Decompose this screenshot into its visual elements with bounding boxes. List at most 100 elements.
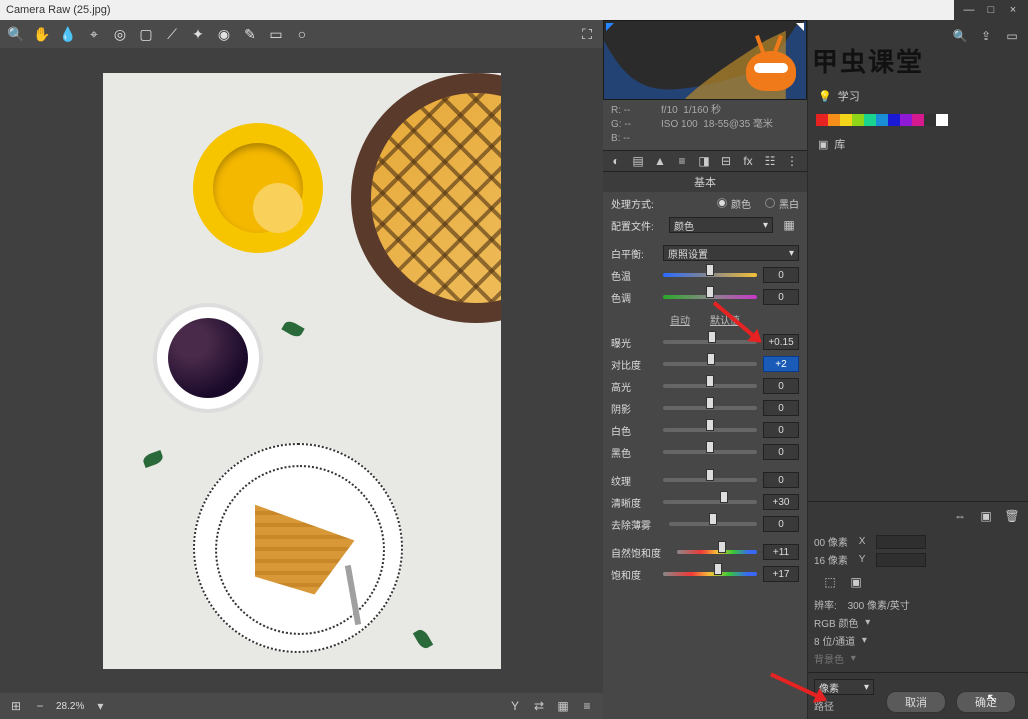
swatch[interactable] bbox=[828, 114, 840, 126]
trash-icon[interactable]: 🗑 bbox=[1002, 506, 1022, 526]
library-panel[interactable]: ▣库 bbox=[812, 132, 1024, 156]
share-icon[interactable]: ⇪ bbox=[976, 26, 996, 46]
temp-slider[interactable] bbox=[663, 268, 757, 282]
tint-slider[interactable] bbox=[663, 290, 757, 304]
minimize-button[interactable]: — bbox=[960, 2, 978, 18]
fx-tab-icon[interactable]: fx bbox=[741, 154, 755, 168]
adjustment-brush-icon[interactable]: ✎ bbox=[242, 26, 258, 42]
tint-label: 色调 bbox=[611, 290, 657, 305]
swatches[interactable] bbox=[812, 110, 1024, 130]
process-color-text: 颜色 bbox=[731, 196, 751, 211]
image-canvas[interactable] bbox=[0, 48, 603, 693]
wb-eyedropper-icon[interactable]: 💧 bbox=[60, 26, 76, 42]
presets-tab-icon[interactable]: ⋮ bbox=[785, 154, 799, 168]
detail-tab-icon[interactable]: ▲ bbox=[653, 154, 667, 168]
swatch[interactable] bbox=[840, 114, 852, 126]
shadow-clip-icon[interactable] bbox=[606, 23, 614, 31]
dehaze-slider[interactable] bbox=[669, 517, 757, 531]
redeye-icon[interactable]: ◉ bbox=[216, 26, 232, 42]
properties-panel: 00 像素 X 16 像素 Y ⬚ ▣ 辨率: 300 像素/英寸 RGB 颜色… bbox=[808, 528, 1028, 672]
blacks-label: 黑色 bbox=[611, 445, 657, 460]
hsl-tab-icon[interactable]: ≡ bbox=[675, 154, 689, 168]
calib-tab-icon[interactable]: ☷ bbox=[763, 154, 777, 168]
align-v-icon[interactable]: ▣ bbox=[846, 572, 866, 592]
search-icon[interactable]: 🔍 bbox=[950, 26, 970, 46]
radial-filter-icon[interactable]: ○ bbox=[294, 26, 310, 42]
texture-slider[interactable] bbox=[663, 473, 757, 487]
align-h-icon[interactable]: ⬚ bbox=[820, 572, 840, 592]
x-field[interactable] bbox=[876, 535, 926, 549]
contrast-value[interactable]: +2 bbox=[763, 356, 799, 372]
texture-label: 纹理 bbox=[611, 473, 657, 488]
swatch[interactable] bbox=[900, 114, 912, 126]
profile-label: 配置文件: bbox=[611, 218, 663, 233]
hand-tool-icon[interactable]: ✋ bbox=[34, 26, 50, 42]
blacks-slider[interactable] bbox=[663, 445, 757, 459]
process-bw-radio[interactable] bbox=[765, 198, 775, 208]
fullscreen-icon[interactable]: ⛶ bbox=[579, 26, 595, 42]
whites-value[interactable]: 0 bbox=[763, 422, 799, 438]
profile-grid-icon[interactable]: ▦ bbox=[779, 215, 799, 235]
saturation-value[interactable]: +17 bbox=[763, 566, 799, 582]
histogram[interactable] bbox=[603, 20, 807, 100]
swatch[interactable] bbox=[852, 114, 864, 126]
curve-tab-icon[interactable]: ▤ bbox=[631, 154, 645, 168]
texture-value[interactable]: 0 bbox=[763, 472, 799, 488]
clarity-slider[interactable] bbox=[663, 495, 757, 509]
blacks-value[interactable]: 0 bbox=[763, 444, 799, 460]
vibrance-slider[interactable] bbox=[677, 545, 757, 559]
clarity-value[interactable]: +30 bbox=[763, 494, 799, 510]
profile-select[interactable]: 颜色▾ bbox=[669, 217, 773, 233]
shadows-label: 阴影 bbox=[611, 401, 657, 416]
contrast-slider[interactable] bbox=[663, 357, 757, 371]
crop-tool-icon[interactable]: ▢ bbox=[138, 26, 154, 42]
learn-panel[interactable]: 💡学习 bbox=[812, 84, 1024, 108]
tint-value[interactable]: 0 bbox=[763, 289, 799, 305]
swatch[interactable] bbox=[936, 114, 948, 126]
saturation-label: 饱和度 bbox=[611, 567, 657, 582]
close-button[interactable]: × bbox=[1004, 2, 1022, 18]
workspace-icon[interactable]: ▭ bbox=[1002, 26, 1022, 46]
ok-button[interactable]: 确定 bbox=[956, 691, 1016, 713]
wb-select[interactable]: 原照设置▾ bbox=[663, 245, 799, 261]
temp-label: 色温 bbox=[611, 268, 657, 283]
swatch[interactable] bbox=[912, 114, 924, 126]
highlights-slider[interactable] bbox=[663, 379, 757, 393]
process-color-radio[interactable] bbox=[717, 198, 727, 208]
highlights-value[interactable]: 0 bbox=[763, 378, 799, 394]
window-controls: — □ × bbox=[954, 0, 1028, 20]
shadows-slider[interactable] bbox=[663, 401, 757, 415]
spot-removal-icon[interactable]: ✦ bbox=[190, 26, 206, 42]
color-sampler-icon[interactable]: ⌖ bbox=[86, 26, 102, 42]
add-mask-icon[interactable]: ▣ bbox=[976, 506, 996, 526]
swatch[interactable] bbox=[924, 114, 936, 126]
basic-tab-icon[interactable]: ◐ bbox=[609, 154, 623, 168]
exposure-value[interactable]: +0.15 bbox=[763, 334, 799, 350]
saturation-slider[interactable] bbox=[663, 567, 757, 581]
shadows-value[interactable]: 0 bbox=[763, 400, 799, 416]
swatch[interactable] bbox=[816, 114, 828, 126]
library-icon: ▣ bbox=[818, 138, 828, 151]
split-tab-icon[interactable]: ◨ bbox=[697, 154, 711, 168]
straighten-icon[interactable]: ⟋ bbox=[164, 26, 180, 42]
exposure-slider[interactable] bbox=[663, 335, 757, 349]
swatch[interactable] bbox=[888, 114, 900, 126]
zoom-tool-icon[interactable]: 🔍 bbox=[8, 26, 24, 42]
target-adjust-icon[interactable]: ◎ bbox=[112, 26, 128, 42]
vibrance-value[interactable]: +11 bbox=[763, 544, 799, 560]
vibrance-label: 自然饱和度 bbox=[611, 545, 671, 560]
dehaze-value[interactable]: 0 bbox=[763, 516, 799, 532]
swatch[interactable] bbox=[864, 114, 876, 126]
y-field[interactable] bbox=[876, 553, 926, 567]
whites-slider[interactable] bbox=[663, 423, 757, 437]
auto-link[interactable]: 自动 bbox=[670, 312, 690, 327]
temp-value[interactable]: 0 bbox=[763, 267, 799, 283]
maximize-button[interactable]: □ bbox=[982, 2, 1000, 18]
swatch[interactable] bbox=[876, 114, 888, 126]
contrast-label: 对比度 bbox=[611, 357, 657, 372]
cancel-button[interactable]: 取消 bbox=[886, 691, 946, 713]
highlight-clip-icon[interactable] bbox=[796, 23, 804, 31]
lens-tab-icon[interactable]: ⊟ bbox=[719, 154, 733, 168]
grad-filter-icon[interactable]: ▭ bbox=[268, 26, 284, 42]
link-layers-icon[interactable]: ⇔ bbox=[950, 506, 970, 526]
